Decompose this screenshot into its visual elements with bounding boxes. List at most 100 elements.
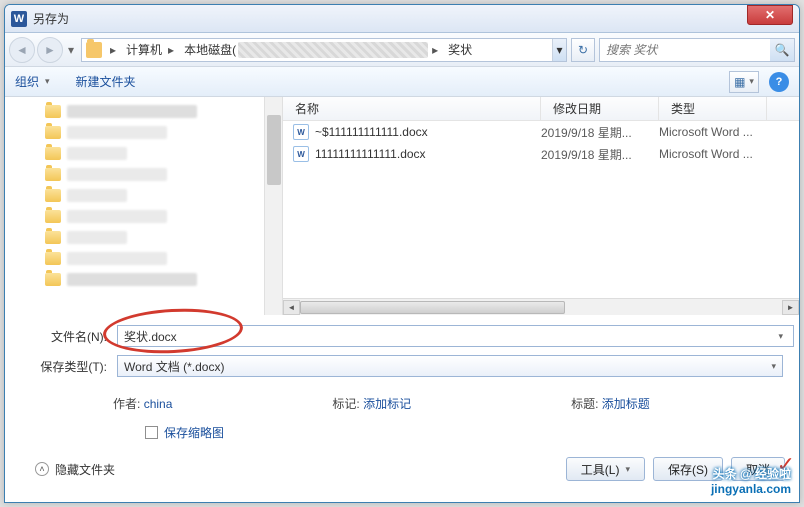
search-box[interactable]: 🔍 xyxy=(599,38,795,62)
tree-item[interactable] xyxy=(5,185,282,206)
file-list: W ~$111111111111.docx 2019/9/18 星期... Mi… xyxy=(283,121,799,298)
add-tag-link[interactable]: 添加标记 xyxy=(363,397,411,411)
chevron-down-icon: ▾ xyxy=(625,464,630,475)
tools-menu-button[interactable]: 工具(L)▾ xyxy=(566,457,645,481)
organize-menu[interactable]: 组织▾ xyxy=(15,73,50,90)
redacted-label xyxy=(67,252,167,265)
scroll-thumb[interactable] xyxy=(267,115,281,185)
filetype-label: 保存类型(T): xyxy=(21,358,117,375)
breadcrumb-disk[interactable]: 本地磁盘( xyxy=(178,39,238,61)
refresh-button[interactable]: ↻ xyxy=(571,38,595,62)
breadcrumb-dropdown-icon[interactable]: ▾ xyxy=(552,39,566,61)
horizontal-scrollbar[interactable]: ◄ ► xyxy=(283,298,799,315)
file-row[interactable]: W 11111111111111.docx 2019/9/18 星期... Mi… xyxy=(283,143,799,165)
metadata-row: 作者: china 标记: 添加标记 标题: 添加标题 xyxy=(5,391,799,422)
save-thumbnail-label[interactable]: 保存缩略图 xyxy=(164,424,224,441)
cancel-button[interactable]: 取消 xyxy=(731,457,785,481)
column-type[interactable]: 类型 xyxy=(659,97,767,120)
toolbar: 组织▾ 新建文件夹 ▦ ▾ ? xyxy=(5,67,799,97)
breadcrumb-computer[interactable]: 计算机 xyxy=(120,39,164,61)
title-label: 标题: xyxy=(571,397,598,411)
save-button[interactable]: 保存(S) xyxy=(653,457,723,481)
redacted-path xyxy=(238,42,428,58)
breadcrumb[interactable]: ▸ 计算机 ▸ 本地磁盘( ▸ 奖状 ▾ xyxy=(81,38,567,62)
column-name[interactable]: 名称 xyxy=(283,97,541,120)
navigation-bar: ◄ ► ▾ ▸ 计算机 ▸ 本地磁盘( ▸ 奖状 ▾ ↻ 🔍 xyxy=(5,33,799,67)
scroll-track[interactable] xyxy=(300,300,782,315)
folder-icon xyxy=(45,273,61,286)
filename-input[interactable] xyxy=(117,325,794,347)
close-button[interactable]: ✕ xyxy=(747,5,793,25)
filename-form: 文件名(N): ▾ 保存类型(T): Word 文档 (*.docx) ▾ xyxy=(5,315,799,391)
redacted-label xyxy=(67,273,197,286)
word-doc-icon: W xyxy=(293,124,309,140)
file-type: Microsoft Word ... xyxy=(659,125,753,139)
file-name: 11111111111111.docx xyxy=(315,147,541,161)
folder-icon xyxy=(45,231,61,244)
tree-item[interactable] xyxy=(5,122,282,143)
word-doc-icon: W xyxy=(293,146,309,162)
file-date: 2019/9/18 星期... xyxy=(541,124,659,141)
folder-tree[interactable] xyxy=(5,97,283,315)
redacted-label xyxy=(67,147,127,160)
redacted-label xyxy=(67,168,167,181)
filetype-value: Word 文档 (*.docx) xyxy=(124,358,224,375)
back-button[interactable]: ◄ xyxy=(9,37,35,63)
new-folder-button[interactable]: 新建文件夹 xyxy=(76,73,136,90)
window-title: 另存为 xyxy=(33,10,747,27)
folder-icon xyxy=(45,210,61,223)
help-button[interactable]: ? xyxy=(769,72,789,92)
column-headers: 名称 修改日期 类型 xyxy=(283,97,799,121)
tree-item[interactable] xyxy=(5,164,282,185)
scroll-right-icon[interactable]: ► xyxy=(782,300,799,315)
column-date[interactable]: 修改日期 xyxy=(541,97,659,120)
folder-icon xyxy=(45,147,61,160)
search-icon[interactable]: 🔍 xyxy=(770,39,794,61)
tag-label: 标记: xyxy=(332,397,359,411)
folder-icon xyxy=(45,126,61,139)
word-app-icon: W xyxy=(11,11,27,27)
chevron-down-icon: ▾ xyxy=(771,361,776,372)
hide-folders-toggle[interactable]: ˄ 隐藏文件夹 xyxy=(35,461,115,478)
redacted-label xyxy=(67,210,167,223)
file-row[interactable]: W ~$111111111111.docx 2019/9/18 星期... Mi… xyxy=(283,121,799,143)
save-thumbnail-checkbox[interactable] xyxy=(145,426,158,439)
dialog-footer: ˄ 隐藏文件夹 工具(L)▾ 保存(S) 取消 xyxy=(5,451,799,493)
folder-icon xyxy=(45,189,61,202)
add-title-link[interactable]: 添加标题 xyxy=(602,397,650,411)
chevron-down-icon[interactable]: ▾ xyxy=(778,331,783,342)
collapse-icon: ˄ xyxy=(35,462,49,476)
redacted-label xyxy=(67,126,167,139)
save-as-dialog: W 另存为 ✕ ◄ ► ▾ ▸ 计算机 ▸ 本地磁盘( ▸ 奖状 ▾ ↻ 🔍 组… xyxy=(4,4,800,503)
tree-item[interactable] xyxy=(5,248,282,269)
filetype-select[interactable]: Word 文档 (*.docx) ▾ xyxy=(117,355,783,377)
file-list-pane: 名称 修改日期 类型 W ~$111111111111.docx 2019/9/… xyxy=(283,97,799,315)
tree-item[interactable] xyxy=(5,101,282,122)
author-label: 作者: xyxy=(113,397,140,411)
file-name: ~$111111111111.docx xyxy=(315,125,541,139)
tree-item[interactable] xyxy=(5,269,282,290)
folder-icon xyxy=(45,168,61,181)
chevron-right-icon[interactable]: ▸ xyxy=(164,43,178,57)
folder-icon xyxy=(45,252,61,265)
tree-scrollbar[interactable] xyxy=(264,97,282,315)
chevron-right-icon[interactable]: ▸ xyxy=(106,43,120,57)
chevron-right-icon[interactable]: ▸ xyxy=(428,43,442,57)
history-dropdown-icon[interactable]: ▾ xyxy=(65,43,77,57)
search-input[interactable] xyxy=(600,43,770,57)
titlebar: W 另存为 ✕ xyxy=(5,5,799,33)
view-options-button[interactable]: ▦ ▾ xyxy=(729,71,759,93)
tree-item[interactable] xyxy=(5,143,282,164)
redacted-label xyxy=(67,105,197,118)
scroll-left-icon[interactable]: ◄ xyxy=(283,300,300,315)
scroll-thumb[interactable] xyxy=(300,301,565,314)
tree-item[interactable] xyxy=(5,227,282,248)
file-date: 2019/9/18 星期... xyxy=(541,146,659,163)
tree-item[interactable] xyxy=(5,206,282,227)
author-value[interactable]: china xyxy=(144,397,173,411)
thumbnail-option: 保存缩略图 xyxy=(5,422,799,451)
content-area: 名称 修改日期 类型 W ~$111111111111.docx 2019/9/… xyxy=(5,97,799,315)
breadcrumb-current[interactable]: 奖状 xyxy=(442,39,474,61)
redacted-label xyxy=(67,189,127,202)
forward-button[interactable]: ► xyxy=(37,37,63,63)
